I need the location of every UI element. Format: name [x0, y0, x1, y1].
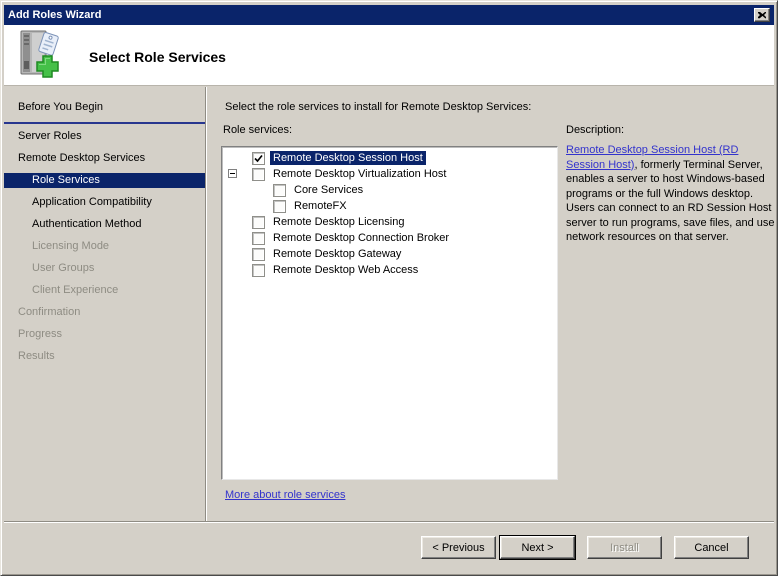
- sidebar-divider: [205, 87, 207, 522]
- tree-row[interactable]: RemoteFX: [222, 198, 557, 214]
- checkbox[interactable]: [252, 264, 265, 277]
- wizard-steps-sidebar: Before You Begin Server Roles Remote Deskt…: [4, 87, 205, 522]
- sidebar-separator: [4, 122, 205, 124]
- close-icon: [758, 12, 766, 19]
- checkbox[interactable]: [273, 184, 286, 197]
- footer: < Previous Next > Install Cancel: [4, 523, 774, 572]
- sidebar-step-authentication-method[interactable]: Authentication Method: [4, 217, 205, 232]
- close-button[interactable]: [754, 8, 770, 22]
- tree-item-label[interactable]: Remote Desktop Web Access: [270, 263, 421, 277]
- tree-item-label[interactable]: RemoteFX: [291, 199, 350, 213]
- checkbox[interactable]: [252, 168, 265, 181]
- sidebar-step-results: Results: [4, 349, 205, 364]
- tree-item-label[interactable]: Remote Desktop Licensing: [270, 215, 407, 229]
- description-text: Remote Desktop Session Host (RD Session …: [566, 143, 776, 245]
- checkbox[interactable]: [252, 248, 265, 261]
- sidebar-step-remote-desktop-services[interactable]: Remote Desktop Services: [4, 151, 205, 166]
- wizard-header: Select Role Services: [4, 25, 774, 86]
- tree-row[interactable]: Remote Desktop Licensing: [222, 214, 557, 230]
- tree-item-label[interactable]: Remote Desktop Session Host: [270, 151, 426, 165]
- previous-button[interactable]: < Previous: [421, 536, 496, 559]
- sidebar-step-confirmation: Confirmation: [4, 305, 205, 320]
- tree-row[interactable]: Remote Desktop Connection Broker: [222, 230, 557, 246]
- tree-row[interactable]: Core Services: [222, 182, 557, 198]
- tree-row[interactable]: Remote Desktop Gateway: [222, 246, 557, 262]
- collapse-icon[interactable]: [228, 169, 237, 178]
- sidebar-step-application-compatibility[interactable]: Application Compatibility: [4, 195, 205, 210]
- sidebar-step-before-you-begin[interactable]: Before You Begin: [4, 100, 205, 115]
- next-button[interactable]: Next >: [500, 536, 575, 559]
- tree-item-label[interactable]: Core Services: [291, 183, 366, 197]
- sidebar-step-server-roles[interactable]: Server Roles: [4, 129, 205, 144]
- sidebar-step-client-experience: Client Experience: [4, 283, 205, 298]
- window-title: Add Roles Wizard: [8, 9, 754, 21]
- content-pane: Select the role services to install for …: [208, 87, 774, 522]
- sidebar-step-user-groups: User Groups: [4, 261, 205, 276]
- tree-item-label[interactable]: Remote Desktop Gateway: [270, 247, 404, 261]
- role-services-label: Role services:: [223, 124, 292, 136]
- page-title: Select Role Services: [89, 49, 226, 65]
- tree-row[interactable]: Remote Desktop Virtualization Host: [222, 166, 557, 182]
- description-panel: Description: Remote Desktop Session Host…: [566, 124, 776, 245]
- tree-item-label[interactable]: Remote Desktop Virtualization Host: [270, 167, 449, 181]
- description-body: , formerly Terminal Server, enables a se…: [566, 159, 774, 244]
- more-about-role-services-link[interactable]: More about role services: [225, 489, 345, 501]
- checkbox[interactable]: [273, 200, 286, 213]
- sidebar-step-role-services[interactable]: Role Services: [4, 173, 205, 188]
- add-roles-wizard-window: Add Roles Wizard Select: [0, 0, 778, 576]
- tree-row[interactable]: Remote Desktop Web Access: [222, 262, 557, 278]
- titlebar: Add Roles Wizard: [4, 5, 774, 25]
- sidebar-step-progress: Progress: [4, 327, 205, 342]
- minus-glyph: [230, 173, 235, 174]
- sidebar-step-licensing-mode: Licensing Mode: [4, 239, 205, 254]
- description-heading: Description:: [566, 124, 776, 136]
- checkbox[interactable]: [252, 232, 265, 245]
- tree-item-label[interactable]: Remote Desktop Connection Broker: [270, 231, 452, 245]
- install-button: Install: [587, 536, 662, 559]
- checkbox[interactable]: [252, 216, 265, 229]
- tree-row[interactable]: Remote Desktop Session Host: [222, 150, 557, 166]
- instruction-text: Select the role services to install for …: [225, 101, 531, 113]
- role-services-tree[interactable]: Remote Desktop Session Host Remote Deskto…: [221, 146, 558, 480]
- add-roles-icon: [13, 28, 69, 84]
- cancel-button[interactable]: Cancel: [674, 536, 749, 559]
- wizard-body: Before You Begin Server Roles Remote Deskt…: [4, 87, 774, 522]
- checkbox[interactable]: [252, 152, 265, 165]
- check-icon: [254, 154, 263, 163]
